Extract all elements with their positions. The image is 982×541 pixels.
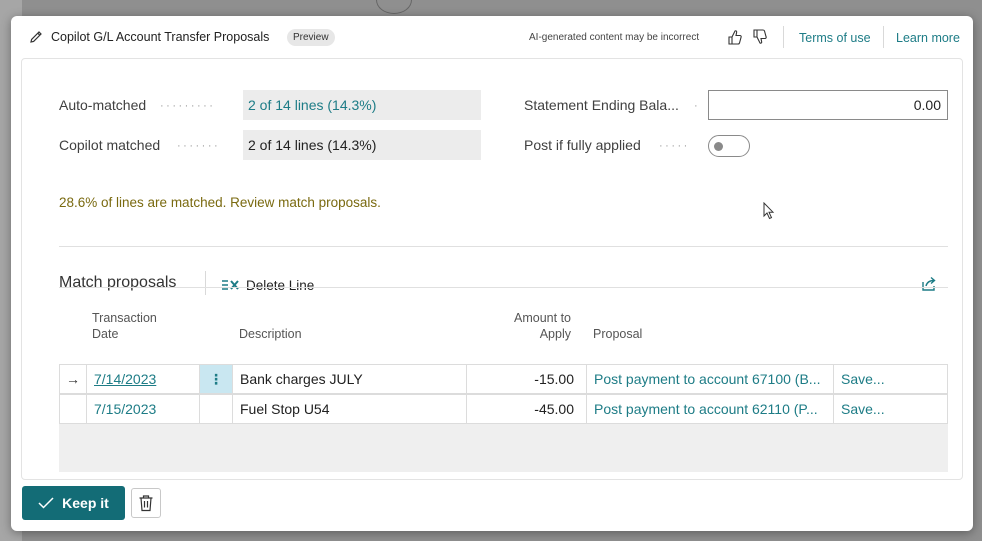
transaction-date-cell[interactable]: 7/15/2023 [87, 395, 200, 423]
proposal-cell[interactable]: Post payment to account 67100 (B... [587, 365, 834, 393]
background-circle-shape [376, 0, 412, 14]
thumbs-up-icon[interactable] [727, 28, 743, 46]
dialog-title: Copilot G/L Account Transfer Proposals [51, 30, 270, 44]
ai-disclaimer: AI-generated content may be incorrect [529, 32, 700, 43]
col-header-text: Transaction [92, 311, 157, 325]
col-header-description[interactable]: Description [239, 326, 302, 342]
row-indicator-arrow [60, 395, 87, 423]
col-header-text: Date [92, 327, 119, 341]
col-header-text: Amount to [514, 311, 571, 325]
label-leader-dots: ····· [659, 140, 690, 152]
trash-icon [139, 495, 153, 512]
toggle-knob [714, 142, 723, 151]
proposal-card: Auto-matched ········· 2 of 14 lines (14… [21, 58, 963, 480]
amount-cell[interactable]: -15.00 [467, 365, 587, 393]
label-leader-dots: ······· [177, 140, 221, 152]
row-actions-menu-button[interactable] [200, 395, 233, 423]
grid-body: → 7/14/2023 ⋮ Bank charges JULY -15.00 P… [59, 364, 948, 472]
checkmark-icon [38, 497, 54, 509]
header-divider [783, 26, 784, 48]
col-header-amount-to-apply[interactable]: Amount to Apply [499, 310, 571, 342]
copilot-dialog: Copilot G/L Account Transfer Proposals P… [11, 16, 973, 531]
auto-matched-value[interactable]: 2 of 14 lines (14.3%) [243, 90, 481, 120]
statement-ending-balance-label: Statement Ending Bala... [524, 97, 679, 113]
table-row[interactable]: 7/15/2023 Fuel Stop U54 -45.00 Post paym… [59, 394, 948, 424]
proposal-cell[interactable]: Post payment to account 62110 (P... [587, 395, 834, 423]
copilot-matched-value: 2 of 14 lines (14.3%) [243, 130, 481, 160]
preview-badge: Preview [287, 29, 335, 46]
section-divider [59, 246, 948, 247]
col-header-transaction-date[interactable]: Transaction Date [92, 310, 157, 342]
toolbar-divider-line [59, 287, 948, 288]
thumbs-down-icon[interactable] [752, 28, 768, 46]
row-indicator-arrow: → [60, 365, 87, 393]
delete-line-icon [222, 280, 239, 290]
transaction-date-cell[interactable]: 7/14/2023 [87, 365, 200, 393]
label-leader-dots: ········· [160, 100, 216, 112]
save-cell[interactable]: Save... [834, 365, 947, 393]
description-cell[interactable]: Fuel Stop U54 [233, 395, 467, 423]
dialog-header: Copilot G/L Account Transfer Proposals P… [11, 16, 973, 58]
match-proposals-grid: Transaction Date Description Amount to A… [59, 304, 948, 474]
terms-of-use-link[interactable]: Terms of use [799, 31, 871, 45]
mouse-cursor-icon [763, 202, 775, 220]
match-status-message: 28.6% of lines are matched. Review match… [59, 195, 381, 210]
delete-line-label: Delete Line [246, 277, 315, 293]
label-leader-dots: · [694, 100, 701, 112]
header-divider [883, 26, 884, 48]
post-if-fully-applied-toggle[interactable] [708, 135, 750, 157]
save-cell[interactable]: Save... [834, 395, 947, 423]
discard-button[interactable] [131, 488, 161, 518]
delete-line-button[interactable]: Delete Line [221, 275, 314, 295]
row-actions-menu-button[interactable]: ⋮ [200, 365, 233, 393]
pencil-icon [30, 31, 42, 43]
toolbar-divider [205, 271, 206, 295]
copilot-matched-label: Copilot matched [59, 137, 161, 153]
keep-it-button[interactable]: Keep it [22, 486, 125, 520]
statement-ending-balance-field[interactable]: 0.00 [708, 90, 948, 120]
match-proposals-title: Match proposals [59, 274, 177, 291]
table-row[interactable]: → 7/14/2023 ⋮ Bank charges JULY -15.00 P… [59, 364, 948, 394]
col-header-text: Apply [539, 327, 571, 341]
amount-cell[interactable]: -45.00 [467, 395, 587, 423]
learn-more-link[interactable]: Learn more [896, 31, 960, 45]
col-header-proposal[interactable]: Proposal [593, 326, 642, 342]
keep-it-label: Keep it [62, 495, 109, 511]
auto-matched-label: Auto-matched [59, 97, 147, 113]
post-if-fully-applied-label: Post if fully applied [524, 137, 641, 153]
share-icon[interactable] [920, 275, 938, 293]
description-cell[interactable]: Bank charges JULY [233, 365, 467, 393]
